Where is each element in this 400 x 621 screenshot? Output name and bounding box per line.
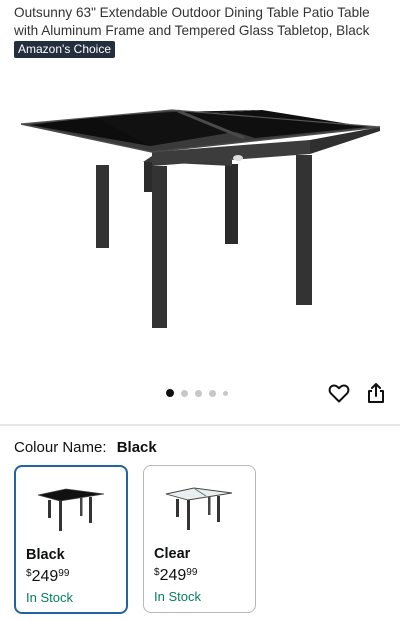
colour-label: Colour Name: [14,439,107,456]
table-thumbnail-clear [165,487,233,530]
colour-option-stock: In Stock [26,590,73,605]
product-image[interactable] [0,70,400,380]
colour-option-price: $24999 [26,568,70,585]
gallery-dot[interactable] [223,390,228,396]
amazons-choice-badge: Amazon's Choice [14,41,115,58]
product-title: Outsunny 63" Extendable Outdoor Dining T… [14,5,370,38]
colour-option-black[interactable]: Black $24999 In Stock [14,465,128,614]
colour-option-stock: In Stock [154,589,201,604]
section-divider [0,424,400,426]
heart-outline-icon[interactable] [327,381,351,405]
colour-option-name: Clear [154,546,191,562]
gallery-pagination[interactable] [166,389,228,397]
colour-option-price: $24999 [154,567,198,584]
colour-option-name: Black [26,547,65,563]
gallery-dot[interactable] [195,389,202,397]
colour-option-clear[interactable]: Clear $24999 In Stock [143,465,256,613]
colour-selector-label: Colour Name: Black [14,438,157,458]
colour-selected-value: Black [116,439,157,456]
gallery-dot[interactable] [181,389,188,397]
share-icon[interactable] [364,381,388,405]
table-thumbnail-black [37,488,105,531]
gallery-dot[interactable] [166,389,174,397]
table-photo [20,109,381,328]
gallery-dot[interactable] [209,389,216,397]
